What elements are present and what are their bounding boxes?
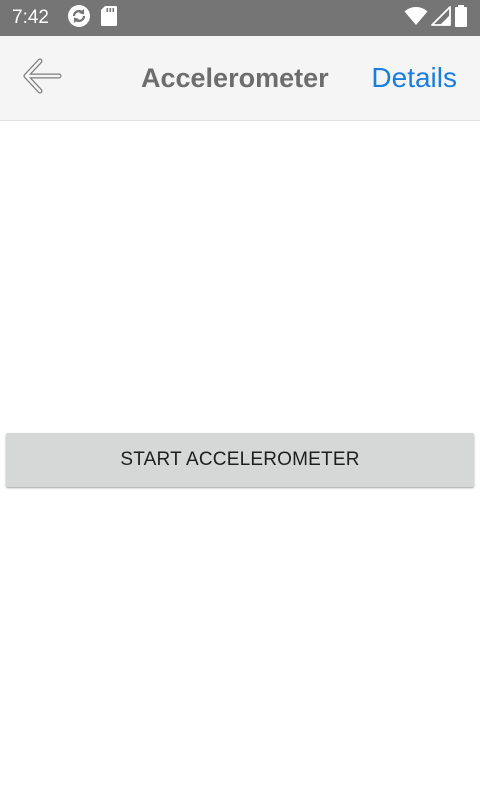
page-title: Accelerometer <box>141 63 329 93</box>
back-arrow-icon <box>22 58 62 99</box>
status-right-icons <box>401 4 468 32</box>
wifi-icon <box>404 6 428 31</box>
start-accelerometer-button[interactable]: START ACCELEROMETER <box>6 433 474 487</box>
battery-icon <box>454 4 468 32</box>
status-left-icons <box>67 4 127 33</box>
status-bar: 7:42 <box>0 0 480 36</box>
sync-icon <box>67 4 91 33</box>
back-button[interactable] <box>20 58 64 98</box>
status-time: 7:42 <box>12 7 49 28</box>
main-content: START ACCELEROMETER <box>0 121 480 800</box>
nav-bar: Accelerometer Details <box>0 36 480 121</box>
details-link[interactable]: Details <box>371 61 457 95</box>
sd-card-icon <box>100 5 118 32</box>
cell-signal-icon <box>431 5 451 31</box>
